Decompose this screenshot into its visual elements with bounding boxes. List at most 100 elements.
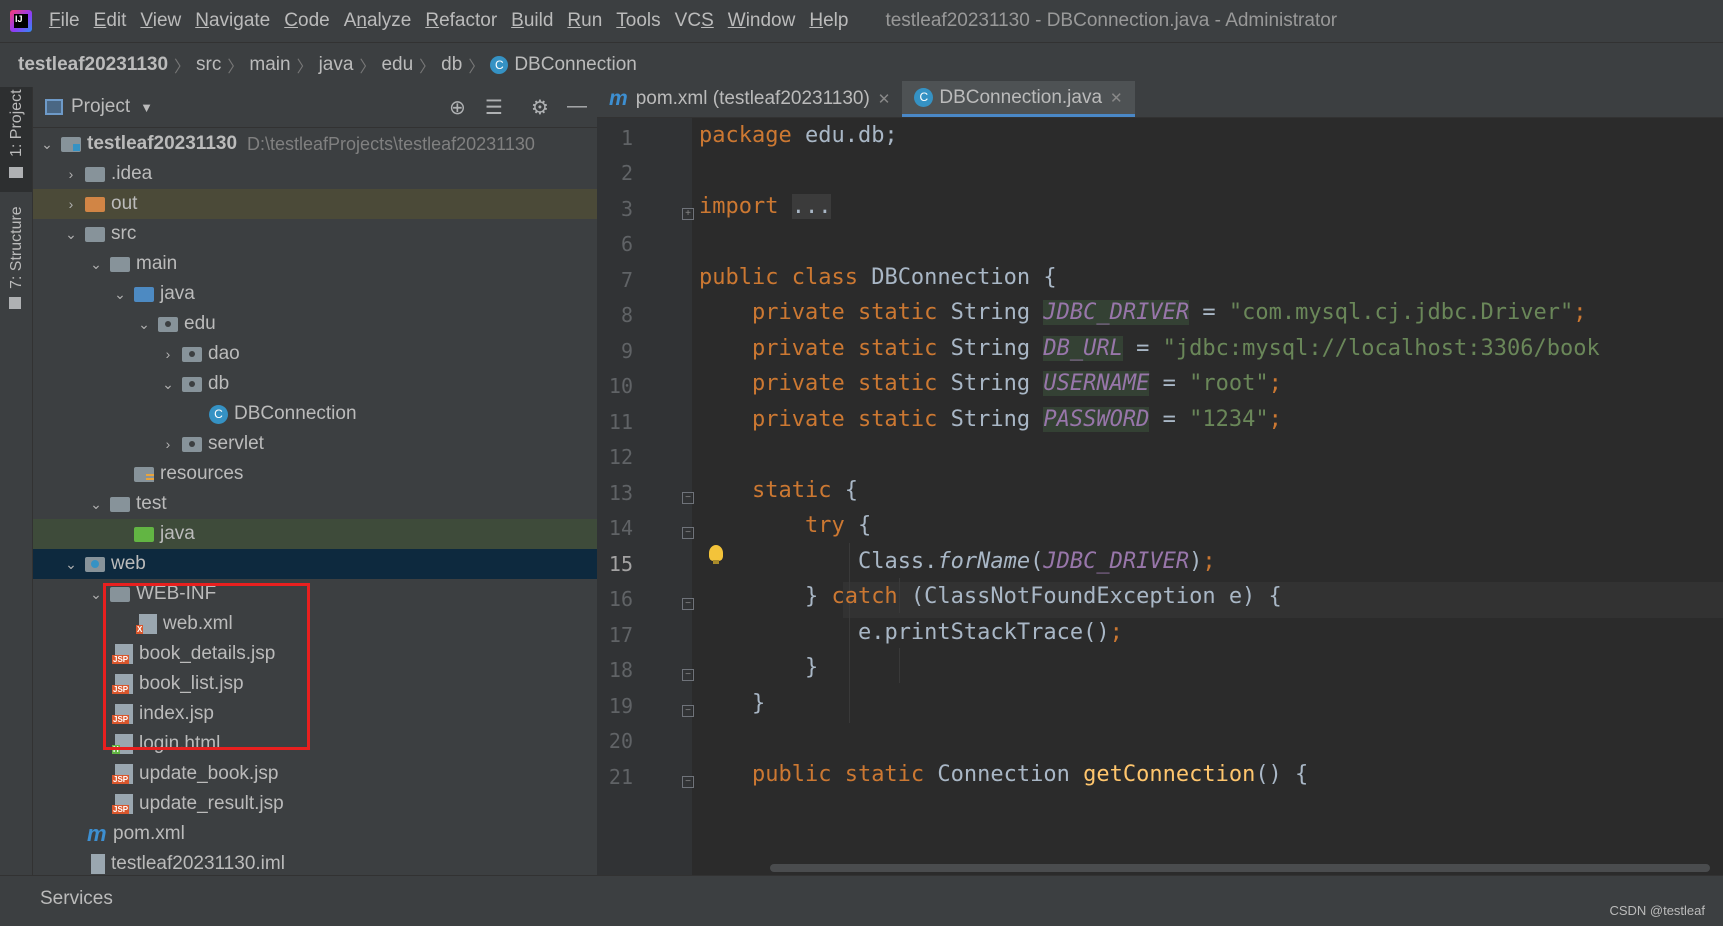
breadcrumb-edu[interactable]: edu [375,54,419,76]
code-line: static { [751,478,858,503]
chevron-down-icon[interactable]: ⌄ [112,286,128,303]
chevron-down-icon[interactable]: ⌄ [88,496,104,513]
chevron-down-icon[interactable]: ⌄ [88,256,104,273]
chevron-right-icon[interactable]: › [63,196,79,212]
tree-item-update-result-jsp[interactable]: JSP update_result.jsp [33,789,653,819]
jsp-file-icon: JSP [112,794,133,814]
code-editor[interactable]: package edu.db; import ... public class … [699,118,1723,875]
menu-help[interactable]: Help [809,10,848,32]
tab-pom-xml[interactable]: m pom.xml (testleaf20231130) ✕ [597,81,902,117]
chevron-right-icon[interactable]: › [63,166,79,182]
breadcrumb-main[interactable]: main [243,54,296,76]
chevron-down-icon[interactable]: ⌄ [160,376,176,393]
menu-navigate[interactable]: Navigate [195,10,270,32]
watermark: CSDN @testleaf [1609,903,1705,918]
editor-area: m pom.xml (testleaf20231130) ✕ C DBConne… [597,79,1723,875]
tree-item-resources[interactable]: resources [33,459,653,489]
intellij-logo-icon: IJ [10,10,32,32]
menu-build[interactable]: Build [511,10,553,32]
menu-tools[interactable]: Tools [616,10,660,32]
tab-label: DBConnection.java [939,86,1103,108]
chevron-right-icon[interactable]: › [160,436,176,452]
project-view-title[interactable]: Project [71,96,130,118]
breadcrumb-project[interactable]: testleaf20231130 [0,54,174,76]
window-title: testleaf20231130 - DBConnection.java - A… [885,10,1338,31]
editor-horizontal-scrollbar[interactable] [770,864,1710,872]
line-number: 7 [620,268,633,292]
breadcrumb-java[interactable]: java [313,54,360,76]
menu-code[interactable]: Code [284,10,329,32]
fold-collapse-icon[interactable]: − [682,669,694,681]
tree-item-web[interactable]: ⌄ web [33,549,653,579]
fold-collapse-icon[interactable]: − [682,492,694,504]
code-line: private static String DB_URL = "jdbc:mys… [751,336,1600,361]
tree-item-out[interactable]: › out [33,189,653,219]
source-folder-icon [134,286,154,302]
chevron-down-icon[interactable]: ⌄ [39,136,55,153]
gear-icon[interactable]: ⚙ [531,95,549,120]
tab-project[interactable]: 1: Project [0,87,32,192]
fold-collapse-icon[interactable]: − [682,705,694,717]
breadcrumb-db[interactable]: db [435,54,468,76]
line-number: 16 [608,587,633,611]
line-number: 14 [608,516,633,540]
tree-item-dbconnection[interactable]: C DBConnection [33,399,653,429]
chevron-down-icon[interactable]: ⌄ [88,586,104,603]
tree-item-src[interactable]: ⌄ src [33,219,653,249]
locate-icon[interactable]: ⊕ [449,95,466,120]
folded-imports[interactable]: ... [791,194,832,219]
maven-icon: m [87,821,107,846]
folder-icon [9,167,23,178]
breadcrumb-src[interactable]: src [190,54,227,76]
left-tool-strip: 1: Project 7: Structure [0,87,33,875]
services-tab[interactable]: Services [40,888,113,910]
tab-structure[interactable]: 7: Structure [0,206,32,317]
menu-file[interactable]: File [49,10,80,32]
tree-item-label: testleaf20231130 [87,133,238,154]
chevron-right-icon: 〉 [419,59,436,76]
fold-collapse-icon[interactable]: − [682,598,694,610]
package-icon [158,316,178,332]
project-tree: ⌄ testleaf20231130 D:\testleafProjects\t… [33,129,653,879]
tree-item-label: java [160,523,195,544]
breadcrumb-dbconnection[interactable]: DBConnection [514,54,643,76]
fold-collapse-icon[interactable]: − [682,527,694,539]
menu-vcs[interactable]: VCS [675,10,714,32]
tree-item-dao[interactable]: › dao [33,339,653,369]
chevron-down-icon[interactable]: ⌄ [63,226,79,243]
chevron-right-icon: 〉 [359,59,376,76]
tree-item-pom-xml[interactable]: m pom.xml [33,819,653,849]
menu-analyze[interactable]: Analyze [344,10,412,32]
tree-item-update-book-jsp[interactable]: JSP update_book.jsp [33,759,653,789]
tree-item-test[interactable]: ⌄ test [33,489,653,519]
fold-collapse-icon[interactable]: − [682,776,694,788]
menu-edit[interactable]: Edit [94,10,127,32]
tree-item-label: java [160,283,195,304]
menu-window[interactable]: Window [728,10,796,32]
tab-dbconnection-java[interactable]: C DBConnection.java ✕ [902,81,1135,117]
menu-refactor[interactable]: Refactor [425,10,497,32]
folder-icon [110,496,130,512]
menu-view[interactable]: View [140,10,181,32]
fold-expand-icon[interactable]: + [682,208,694,220]
tree-item-main[interactable]: ⌄ main [33,249,653,279]
chevron-down-icon[interactable]: ⌄ [136,316,152,333]
line-number: 11 [608,410,633,434]
tree-item-java[interactable]: ⌄ java [33,279,653,309]
menu-run[interactable]: Run [567,10,602,32]
hide-icon[interactable]: — [567,95,587,118]
tree-item-label: pom.xml [113,823,185,844]
close-icon[interactable]: ✕ [1110,89,1123,107]
tree-item-test-java[interactable]: java [33,519,653,549]
chevron-right-icon: 〉 [174,59,191,76]
tree-item-idea[interactable]: › .idea [33,159,653,189]
tree-item-project-root[interactable]: ⌄ testleaf20231130 D:\testleafProjects\t… [33,129,653,159]
tree-item-servlet[interactable]: › servlet [33,429,653,459]
close-icon[interactable]: ✕ [878,90,891,108]
chevron-down-icon[interactable]: ▼ [140,100,153,115]
chevron-right-icon[interactable]: › [160,346,176,362]
collapse-all-icon[interactable]: ☰ [485,95,503,120]
tree-item-db[interactable]: ⌄ db [33,369,653,399]
tree-item-edu[interactable]: ⌄ edu [33,309,653,339]
chevron-down-icon[interactable]: ⌄ [63,556,79,573]
